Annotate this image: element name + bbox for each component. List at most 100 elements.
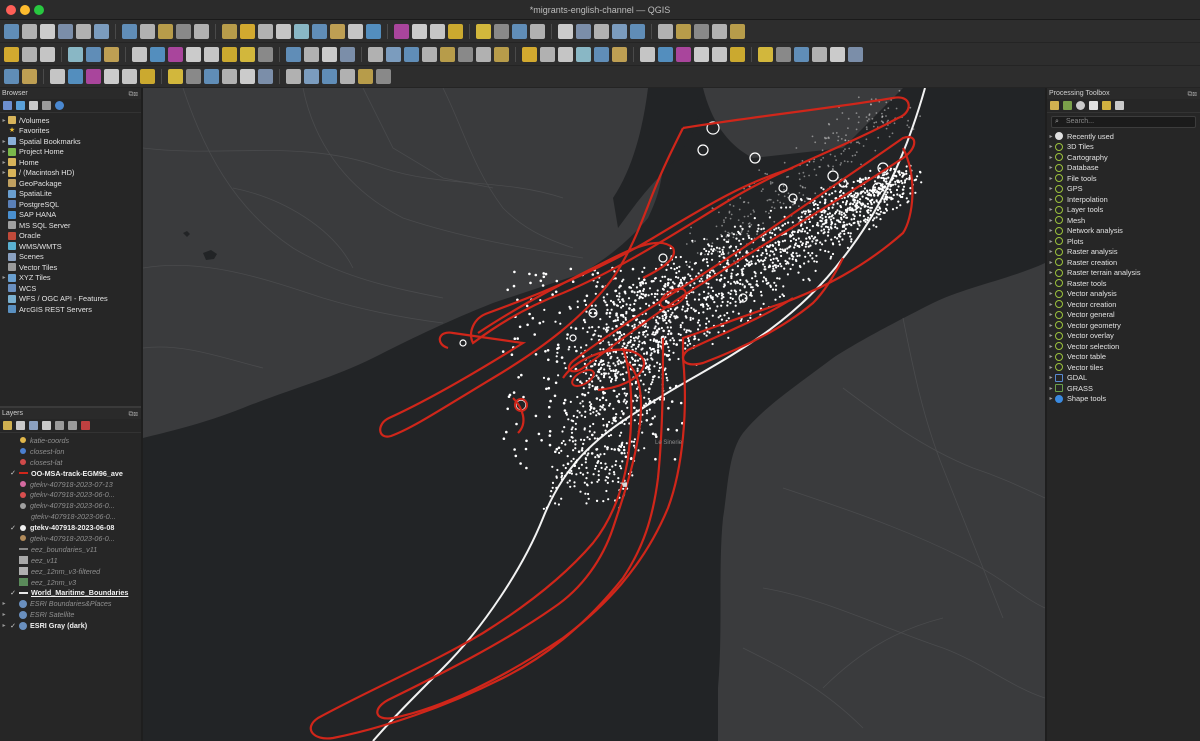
toolbar-2-tool-button[interactable] [522,46,537,62]
models-icon[interactable] [1050,101,1059,110]
toolbar-1-tool-button[interactable] [558,23,573,39]
browser-item[interactable]: WFS / OGC API - Features [0,294,141,305]
expand-arrow-icon[interactable]: ▸ [1047,217,1055,224]
expand-arrow-icon[interactable]: ▸ [1047,385,1055,392]
browser-item[interactable]: SAP HANA [0,210,141,221]
browser-item[interactable]: Vector Tiles [0,262,141,273]
expand-arrow-icon[interactable]: ▸ [1047,269,1055,276]
layer-row[interactable]: ▸ ✓ ESRI Gray (dark) [0,620,141,631]
toolbox-group[interactable]: ▸ Network analysis [1047,226,1200,237]
toolbar-3-tool-button[interactable] [358,69,373,84]
toolbar-1-tool-button[interactable] [4,23,19,39]
toolbar-3-tool-button[interactable] [376,69,391,84]
layer-row[interactable]: gtekv-407918-2023-06-0... [0,500,141,511]
toolbar-1-tool-button[interactable] [730,23,745,39]
browser-item[interactable]: ★ Favorites [0,126,141,137]
toolbar-1-tool-button[interactable] [176,23,191,39]
toolbox-group[interactable]: ▸ File tools [1047,173,1200,184]
browser-item[interactable]: MS SQL Server [0,220,141,231]
browser-item[interactable]: GeoPackage [0,178,141,189]
toolbar-2-tool-button[interactable] [576,46,591,62]
results-viewer-icon[interactable] [1089,101,1098,110]
toolbar-2-tool-button[interactable] [676,46,691,62]
toolbar-1-tool-button[interactable] [530,23,545,39]
toolbox-group[interactable]: ▸ GPS [1047,184,1200,195]
open-layer-styling-icon[interactable] [3,421,12,430]
toolbox-group[interactable]: ▸ Vector creation [1047,299,1200,310]
toolbar-2-tool-button[interactable] [694,46,709,62]
layer-visibility-checkbox[interactable]: ✓ [8,469,18,477]
panel-float-close-icon[interactable]: ⧉⊠ [129,89,138,100]
toolbar-2-tool-button[interactable] [476,46,491,62]
toolbox-group[interactable]: ▸ Recently used [1047,131,1200,142]
toolbar-3-tool-button[interactable] [4,69,19,84]
filter-legend-icon[interactable] [42,421,51,430]
manage-map-themes-icon[interactable] [29,421,38,430]
toolbox-group[interactable]: ▸ Vector table [1047,352,1200,363]
toolbar-2-tool-button[interactable] [730,46,745,62]
toolbar-3-tool-button[interactable] [304,69,319,84]
toolbar-2-tool-button[interactable] [68,46,83,62]
toolbar-2-tool-button[interactable] [368,46,383,62]
browser-item[interactable]: Scenes [0,252,141,263]
expand-arrow-icon[interactable]: ▸ [0,622,8,629]
browser-item[interactable]: ArcGIS REST Servers [0,304,141,315]
toolbar-1-tool-button[interactable] [476,23,491,39]
toolbox-group[interactable]: ▸ Raster analysis [1047,247,1200,258]
toolbar-1-tool-button[interactable] [576,23,591,39]
expand-arrow-icon[interactable]: ▸ [0,169,8,176]
expand-arrow-icon[interactable]: ▸ [1047,238,1055,245]
toolbox-group[interactable]: ▸ Vector selection [1047,341,1200,352]
collapse-all-icon[interactable] [42,101,51,110]
toolbar-2-tool-button[interactable] [830,46,845,62]
toolbar-1-tool-button[interactable] [594,23,609,39]
expand-all-icon[interactable] [55,421,64,430]
toolbar-1-tool-button[interactable] [294,23,309,39]
toolbar-2-tool-button[interactable] [422,46,437,62]
layer-row[interactable]: ▸ ESRI Boundaries&Places [0,598,141,609]
toolbar-3-tool-button[interactable] [122,69,137,84]
expand-arrow-icon[interactable]: ▸ [1047,343,1055,350]
edit-features-in-place-icon[interactable] [1102,101,1111,110]
toolbar-2-tool-button[interactable] [404,46,419,62]
toolbar-1-tool-button[interactable] [122,23,137,39]
expand-arrow-icon[interactable]: ▸ [1047,353,1055,360]
layer-row[interactable]: ✓ World_Maritime_Boundaries [0,587,141,598]
filter-icon[interactable] [29,101,38,110]
map-canvas[interactable]: Le Sinerie ☚ [143,88,1045,741]
expand-arrow-icon[interactable]: ▸ [1047,311,1055,318]
expand-arrow-icon[interactable]: ▸ [0,159,8,166]
browser-item[interactable]: SpatiaLite [0,189,141,200]
browser-item[interactable]: ▸ / (Macintosh HD) [0,168,141,179]
toolbar-2-tool-button[interactable] [40,46,55,62]
toolbar-2-tool-button[interactable] [848,46,863,62]
expand-arrow-icon[interactable]: ▸ [1047,322,1055,329]
toolbar-1-tool-button[interactable] [94,23,109,39]
toolbox-group[interactable]: ▸ Vector analysis [1047,289,1200,300]
expand-arrow-icon[interactable]: ▸ [0,117,8,124]
expand-arrow-icon[interactable]: ▸ [1047,280,1055,287]
toolbar-1-tool-button[interactable] [158,23,173,39]
toolbar-3-tool-button[interactable] [286,69,301,84]
toolbox-group[interactable]: ▸ Vector tiles [1047,362,1200,373]
toolbar-2-tool-button[interactable] [612,46,627,62]
expand-arrow-icon[interactable]: ▸ [0,148,8,155]
toolbox-group[interactable]: ▸ Raster tools [1047,278,1200,289]
toolbar-2-tool-button[interactable] [812,46,827,62]
toolbar-3-tool-button[interactable] [186,69,201,84]
expand-arrow-icon[interactable]: ▸ [1047,332,1055,339]
scripts-icon[interactable] [1063,101,1072,110]
toolbar-3-tool-button[interactable] [240,69,255,84]
layer-row[interactable]: ▸ ESRI Satellite [0,609,141,620]
toolbox-group[interactable]: ▸ 3D Tiles [1047,142,1200,153]
toolbar-2-tool-button[interactable] [712,46,727,62]
expand-arrow-icon[interactable]: ▸ [1047,196,1055,203]
toolbar-2-tool-button[interactable] [286,46,301,62]
add-group-icon[interactable] [16,421,25,430]
browser-item[interactable]: ▸ Home [0,157,141,168]
toolbar-3-tool-button[interactable] [86,69,101,84]
expand-arrow-icon[interactable]: ▸ [1047,185,1055,192]
toolbar-2-tool-button[interactable] [132,46,147,62]
panel-float-close-icon[interactable]: ⧉⊠ [1188,89,1197,100]
toolbar-3-tool-button[interactable] [258,69,273,84]
